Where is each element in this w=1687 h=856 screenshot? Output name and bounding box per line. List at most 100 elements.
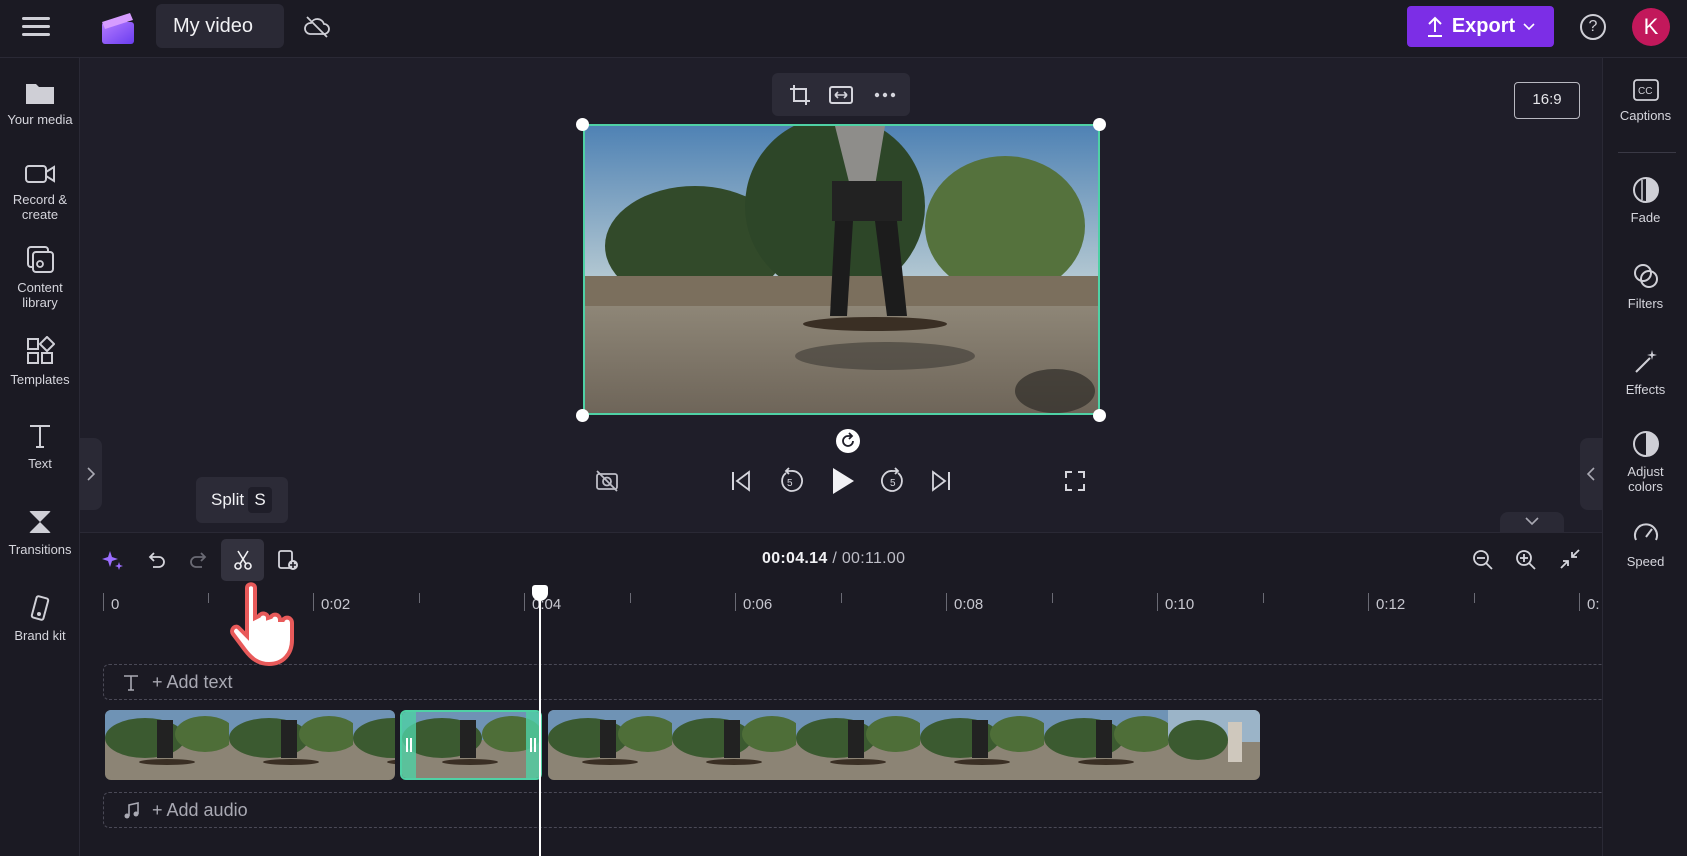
sidebar-item-your-media[interactable]: Your media (0, 78, 80, 127)
playhead-handle[interactable] (532, 585, 548, 601)
skip-to-start-icon[interactable] (730, 470, 752, 492)
sidebar-item-brand-kit[interactable]: Brand kit (0, 594, 80, 643)
avatar[interactable]: K (1632, 8, 1670, 46)
library-icon (27, 246, 54, 273)
add-text-track[interactable]: + Add text (103, 664, 1602, 700)
ruler-tick (1263, 593, 1264, 603)
add-audio-label: + Add audio (152, 800, 248, 820)
sidebar-item-text[interactable]: Text (0, 422, 80, 471)
timeline-ruler[interactable]: 0 0:02 0:04 0:06 0:08 0:10 0:12 0: (100, 588, 1602, 618)
rewind-5-icon[interactable]: 5 (777, 467, 805, 495)
crop-icon[interactable] (788, 83, 812, 107)
more-options-icon[interactable] (874, 92, 896, 98)
help-icon[interactable]: ? (1580, 14, 1606, 40)
sidebar-label: library (22, 295, 58, 310)
chevron-left-icon (1586, 467, 1595, 481)
ruler-label: 0:08 (954, 596, 984, 613)
sidebar-item-effects[interactable]: Effects (1603, 348, 1687, 397)
sidebar-item-content-library[interactable]: Content library (0, 244, 80, 310)
expand-right-panel[interactable] (1580, 438, 1602, 510)
resize-handle[interactable] (1093, 118, 1106, 131)
sidebar-item-templates[interactable]: Templates (0, 336, 80, 387)
menu-icon[interactable] (22, 14, 52, 40)
zoom-in-icon[interactable] (1515, 549, 1537, 571)
current-time: 00:04.14 (762, 550, 828, 567)
skip-to-end-icon[interactable] (930, 470, 952, 492)
sidebar-label: Record & (12, 192, 68, 207)
folder-icon (26, 84, 54, 104)
total-time: 00:11.00 (841, 550, 906, 567)
forward-5-icon[interactable]: 5 (879, 467, 907, 495)
sidebar-label: Filters (1627, 296, 1664, 311)
undo-icon[interactable] (145, 549, 167, 571)
sidebar-label: Adjust (1627, 464, 1664, 479)
play-icon[interactable] (830, 466, 856, 496)
zoom-out-icon[interactable] (1472, 549, 1494, 571)
fit-icon[interactable] (828, 84, 854, 106)
ruler-label: 0:06 (743, 596, 773, 613)
brand-kit-icon (30, 595, 50, 621)
magic-wand-icon (1634, 350, 1657, 373)
aspect-ratio-button[interactable]: 16:9 (1514, 82, 1580, 119)
preview-floating-toolbar (772, 73, 910, 116)
hand-cursor-icon (230, 582, 294, 667)
add-audio-track[interactable]: + Add audio (103, 792, 1602, 828)
resize-handle[interactable] (576, 409, 589, 422)
video-clip-selected[interactable] (400, 710, 542, 780)
sidebar-item-fade[interactable]: Fade (1603, 176, 1687, 225)
ruler-tick (208, 593, 209, 603)
svg-text:CC: CC (1638, 86, 1652, 97)
camera-off-icon[interactable] (594, 468, 620, 494)
svg-text:5: 5 (787, 478, 793, 489)
svg-text:5: 5 (890, 478, 896, 489)
collapse-preview-tab[interactable] (1500, 512, 1564, 532)
text-icon (30, 425, 50, 448)
left-sidebar: Your media Record & create Content libra… (0, 58, 80, 856)
video-clip[interactable] (548, 710, 1260, 780)
video-frame-image (585, 126, 1098, 413)
expand-left-panel[interactable] (80, 438, 102, 510)
ruler-tick (630, 593, 631, 603)
playhead[interactable] (539, 586, 541, 856)
ai-sparkle-icon[interactable] (101, 548, 125, 572)
sidebar-item-captions[interactable]: CC Captions (1603, 78, 1687, 123)
add-to-clipboard-icon[interactable] (276, 548, 300, 572)
speedometer-icon (1633, 523, 1658, 541)
sidebar-label: Content (17, 280, 63, 295)
sidebar-label: Templates (10, 372, 70, 387)
top-bar: My video Export ? K (0, 0, 1687, 58)
sidebar-label: Text (28, 456, 52, 471)
ruler-tick (1052, 593, 1053, 603)
video-clip[interactable] (105, 710, 395, 780)
add-text-label: + Add text (152, 672, 233, 692)
redo-icon (190, 552, 207, 568)
rotate-handle-icon[interactable] (836, 429, 860, 453)
fit-timeline-icon[interactable] (1559, 548, 1581, 570)
video-preview[interactable] (583, 124, 1100, 415)
split-button[interactable] (221, 539, 264, 581)
sidebar-item-filters[interactable]: Filters (1603, 262, 1687, 311)
sidebar-label: Fade (1630, 210, 1661, 225)
clip-thumbnails (548, 710, 1260, 780)
chevron-down-icon (1525, 517, 1539, 526)
right-sidebar: CC Captions Fade Filters Effects Adjust … (1602, 58, 1687, 856)
sidebar-label: colors (1628, 479, 1663, 494)
ruler-tick (103, 593, 104, 611)
tooltip-shortcut: S (248, 487, 272, 513)
resize-handle[interactable] (1093, 409, 1106, 422)
sidebar-item-speed[interactable]: Speed (1603, 520, 1687, 569)
fullscreen-icon[interactable] (1064, 470, 1086, 492)
export-button[interactable]: Export (1407, 6, 1554, 47)
sidebar-item-adjust-colors[interactable]: Adjust colors (1603, 430, 1687, 494)
ruler-tick (1368, 593, 1369, 611)
timecode: 00:04.14 / 00:11.00 (762, 550, 905, 568)
clip-thumbnails (105, 710, 395, 780)
resize-handle[interactable] (576, 118, 589, 131)
cloud-off-icon[interactable] (302, 12, 332, 42)
project-title[interactable]: My video (156, 4, 284, 48)
ruler-tick (735, 593, 736, 611)
ruler-label: 0:12 (1376, 596, 1406, 613)
ruler-label: 0: (1587, 596, 1600, 613)
sidebar-item-record-create[interactable]: Record & create (0, 162, 80, 222)
sidebar-item-transitions[interactable]: Transitions (0, 508, 80, 557)
